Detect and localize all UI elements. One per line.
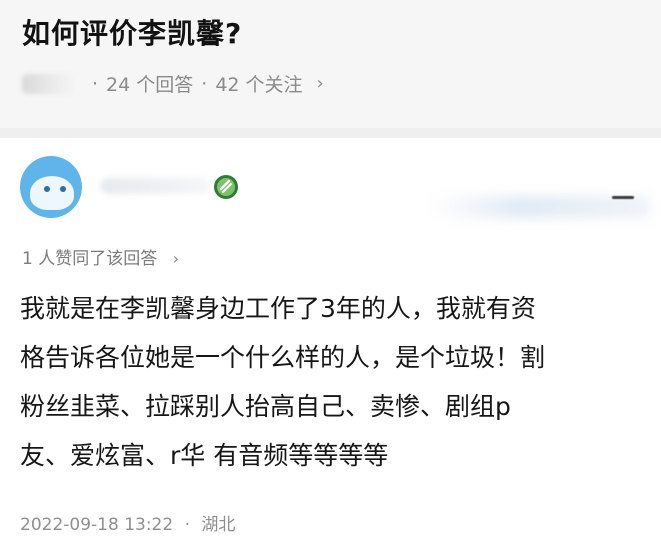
footer-separator: · (184, 515, 191, 535)
upvote-summary-text: 1 人赞同了该回答 (22, 249, 158, 269)
meta-separator: · (92, 72, 99, 95)
blurred-topic-tag (22, 73, 78, 94)
avatar-face (30, 176, 74, 210)
avatar-eye-right (60, 186, 66, 192)
answer-line: 格告诉各位她是一个什么样的人，是个垃圾！割 (20, 343, 546, 372)
username-blurred[interactable] (100, 178, 210, 194)
chevron-right-icon[interactable]: › (317, 73, 324, 94)
upvote-summary[interactable]: 1 人赞同了该回答 › (22, 244, 179, 269)
answer-body: 我就是在李凯馨身边工作了3年的人，我就有资 格告诉各位她是一个什么样的人，是个垃… (20, 284, 640, 480)
blurred-region (430, 196, 650, 218)
question-title[interactable]: 如何评价李凯馨? (22, 12, 242, 52)
answer-footer: 2022-09-18 13:22 · 湖北 (20, 510, 235, 535)
question-header: 如何评价李凯馨? · 24 个回答 · 42 个关注 › (0, 0, 661, 128)
verified-badge-icon (214, 175, 238, 199)
answer-date: 2022-09-18 13:22 (20, 515, 174, 535)
question-meta[interactable]: · 24 个回答 · 42 个关注 › (22, 70, 324, 97)
avatar-icon[interactable] (20, 156, 82, 218)
answer-location: 湖北 (201, 515, 236, 535)
answer-count: 24 个回答 (106, 74, 194, 96)
avatar-eye-left (44, 186, 50, 192)
more-options-icon[interactable] (612, 196, 634, 199)
meta-separator: · (201, 72, 208, 95)
answer-line: 粉丝韭菜、拉踩别人抬高自己、卖惨、剧组p (20, 392, 511, 421)
answer-card: 1 人赞同了该回答 › 我就是在李凯馨身边工作了3年的人，我就有资 格告诉各位她… (0, 138, 661, 536)
section-divider (0, 128, 661, 138)
answer-line: 我就是在李凯馨身边工作了3年的人，我就有资 (20, 294, 536, 323)
follower-count: 42 个关注 (215, 74, 303, 96)
answer-line: 友、爱炫富、r华 有音频等等等等 (20, 441, 389, 470)
chevron-right-icon: › (172, 249, 180, 268)
